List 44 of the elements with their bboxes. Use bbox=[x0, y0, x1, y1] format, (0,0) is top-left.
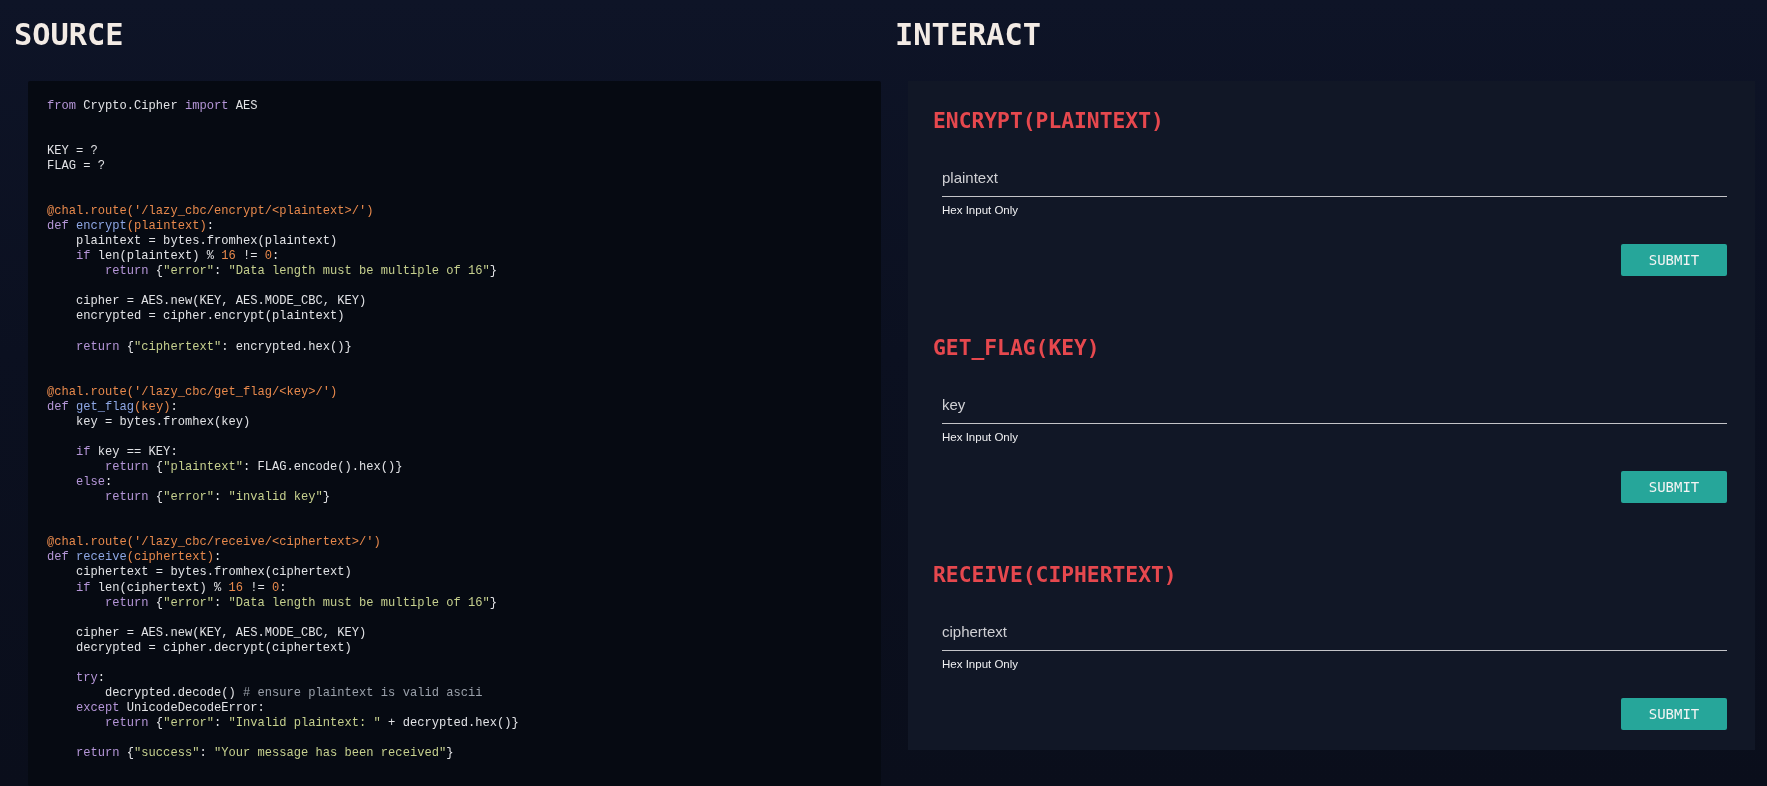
submit-button[interactable]: SUBMIT bbox=[1621, 244, 1727, 276]
section-title: SOURCE bbox=[14, 20, 124, 50]
endpoint-title: ENCRYPT(PLAINTEXT) bbox=[933, 110, 1164, 132]
code-line: return {"error": "invalid key"} bbox=[105, 490, 331, 505]
code-line: def get_flag(key): bbox=[47, 399, 178, 414]
code-line: @chal.route('/lazy_cbc/encrypt/<plaintext>/') bbox=[47, 203, 374, 218]
code-line: try: bbox=[76, 670, 106, 685]
code-line: plaintext = bytes.fromhex(plaintext) bbox=[76, 234, 338, 249]
code-line: decrypted = cipher.decrypt(ciphertext) bbox=[76, 640, 352, 655]
code-line: if len(ciphertext) % 16 != 0: bbox=[76, 580, 287, 595]
text-input-field[interactable]: plaintext bbox=[942, 159, 1727, 197]
code-line: def receive(ciphertext): bbox=[47, 550, 222, 565]
code-line: from Crypto.Cipher import AES bbox=[47, 98, 258, 113]
code-line: return {"plaintext": FLAG.encode().hex()} bbox=[105, 460, 403, 474]
code-line: return {"ciphertext": encrypted.hex()} bbox=[76, 339, 352, 354]
code-line: @chal.route('/lazy_cbc/get_flag/<key>/') bbox=[47, 384, 338, 399]
code-line: encrypted = cipher.encrypt(plaintext) bbox=[76, 309, 345, 324]
code-line: cipher = AES.new(KEY, AES.MODE_CBC, KEY) bbox=[76, 294, 367, 309]
code-line: decrypted.decode() # ensure plaintext is valid ascii bbox=[105, 685, 483, 700]
code-line: ciphertext = bytes.fromhex(ciphertext) bbox=[76, 565, 352, 580]
code-line: @chal.route('/lazy_cbc/receive/<ciphertext>/') bbox=[47, 535, 381, 550]
code-line: cipher = AES.new(KEY, AES.MODE_CBC, KEY) bbox=[76, 625, 367, 640]
code-line: return {"error": "Invalid plaintext: " + decrypted.hex()} bbox=[105, 716, 519, 731]
text-input-field[interactable]: key bbox=[942, 385, 1727, 424]
code-line: return {"success": "Your message has been received"} bbox=[76, 746, 454, 761]
code-line: if len(plaintext) % 16 != 0: bbox=[76, 249, 280, 264]
code-line: else: bbox=[76, 475, 113, 490]
code-line: def encrypt(plaintext): bbox=[47, 219, 214, 233]
text-input-field[interactable]: ciphertext bbox=[942, 612, 1727, 651]
code-line: key = bytes.fromhex(key) bbox=[76, 414, 251, 429]
submit-button[interactable]: SUBMIT bbox=[1621, 697, 1727, 730]
section-title: INTERACT bbox=[895, 20, 1041, 50]
helper-text: Hex Input Only bbox=[942, 203, 1019, 217]
helper-text: Hex Input Only bbox=[942, 429, 1019, 444]
endpoint-title: GET_FLAG(KEY) bbox=[933, 337, 1100, 359]
code-line: except UnicodeDecodeError: bbox=[76, 701, 265, 715]
helper-text: Hex Input Only bbox=[942, 656, 1019, 671]
code-line: KEY = ? bbox=[47, 143, 98, 158]
endpoint-title: RECEIVE(CIPHERTEXT) bbox=[933, 563, 1177, 586]
code-line: FLAG = ? bbox=[47, 158, 106, 173]
code-line: return {"error": "Data length must be multiple of 16"} bbox=[105, 595, 497, 610]
code-line: return {"error": "Data length must be multiple of 16"} bbox=[105, 264, 497, 279]
submit-button[interactable]: SUBMIT bbox=[1621, 470, 1727, 503]
code-line: if key == KEY: bbox=[76, 444, 178, 459]
